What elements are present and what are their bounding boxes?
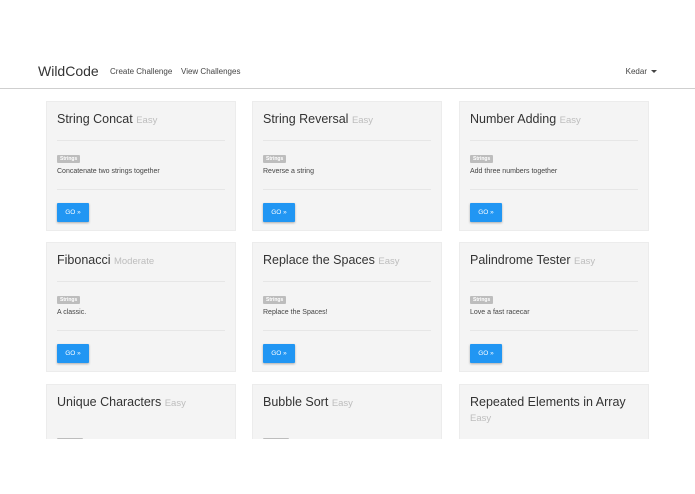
divider: [263, 189, 431, 190]
go-button[interactable]: GO »: [470, 344, 502, 363]
divider: [470, 140, 638, 141]
difficulty-label: Easy: [574, 256, 596, 267]
difficulty-label: Easy: [378, 256, 400, 267]
challenge-title: Fibonacci: [57, 253, 111, 267]
divider: [57, 281, 225, 282]
category-tag: Strings: [470, 155, 494, 163]
challenge-grid: String Concat Easy Strings Concatenate t…: [0, 89, 695, 439]
go-button[interactable]: GO »: [263, 203, 295, 222]
card-title: Fibonacci Moderate: [57, 253, 232, 269]
nav-create-challenge[interactable]: Create Challenge: [110, 67, 172, 76]
card-title: String Reversal Easy: [263, 112, 438, 128]
card-title: Repeated Elements in Array Easy: [470, 395, 645, 426]
challenge-title: Number Adding: [470, 112, 557, 126]
user-menu[interactable]: Kedar: [626, 67, 657, 76]
divider: [470, 330, 638, 331]
challenge-title: String Reversal: [263, 112, 349, 126]
divider: [470, 281, 638, 282]
divider: [263, 281, 431, 282]
card-title: String Concat Easy: [57, 112, 232, 128]
challenge-card: String Concat Easy Strings Concatenate t…: [46, 101, 236, 231]
card-title: Palindrome Tester Easy: [470, 253, 645, 269]
category-tag: Strings: [470, 296, 494, 304]
challenge-card: Palindrome Tester Easy Strings Love a fa…: [459, 242, 649, 372]
challenge-title: String Concat: [57, 112, 133, 126]
challenge-card: String Reversal Easy Strings Reverse a s…: [252, 101, 442, 231]
go-button[interactable]: GO »: [263, 344, 295, 363]
category-tag: Strings: [263, 155, 287, 163]
divider: [57, 140, 225, 141]
chevron-down-icon: [651, 70, 657, 74]
difficulty-label: Easy: [331, 398, 353, 409]
challenge-description: Replace the Spaces!: [263, 309, 328, 316]
card-title: Replace the Spaces Easy: [263, 253, 438, 269]
top-navbar: WildCode Create Challenge View Challenge…: [0, 54, 695, 89]
page-footer-area: [0, 439, 695, 494]
challenge-description: Reverse a string: [263, 168, 314, 175]
difficulty-label: Easy: [164, 398, 186, 409]
challenge-card: Replace the Spaces Easy Strings Replace …: [252, 242, 442, 372]
card-title: Unique Characters Easy: [57, 395, 232, 411]
category-tag: Strings: [263, 296, 287, 304]
difficulty-label: Easy: [470, 413, 492, 424]
challenge-description: Add three numbers together: [470, 168, 558, 175]
challenge-description: Love a fast racecar: [470, 309, 530, 316]
brand-logo[interactable]: WildCode: [38, 63, 99, 79]
challenge-card: Bubble Sort Easy: [252, 384, 442, 439]
challenge-title: Unique Characters: [57, 395, 162, 409]
go-button[interactable]: GO »: [57, 203, 89, 222]
difficulty-label: Easy: [559, 115, 581, 126]
challenge-card: Number Adding Easy Strings Add three num…: [459, 101, 649, 231]
user-name: Kedar: [625, 67, 647, 76]
divider: [57, 330, 225, 331]
divider: [57, 189, 225, 190]
go-button[interactable]: GO »: [470, 203, 502, 222]
category-tag: Strings: [57, 296, 81, 304]
nav-view-challenges[interactable]: View Challenges: [181, 67, 240, 76]
category-tag: Strings: [57, 155, 81, 163]
challenge-card: Fibonacci Moderate Strings A classic. GO…: [46, 242, 236, 372]
card-title: Number Adding Easy: [470, 112, 645, 128]
challenge-title: Replace the Spaces: [263, 253, 375, 267]
difficulty-label: Easy: [136, 115, 158, 126]
challenge-card: Repeated Elements in Array Easy: [459, 384, 649, 439]
card-title: Bubble Sort Easy: [263, 395, 438, 411]
go-button[interactable]: GO »: [57, 344, 89, 363]
challenge-description: A classic.: [57, 309, 87, 316]
divider: [470, 189, 638, 190]
challenge-title: Repeated Elements in Array: [470, 395, 626, 409]
challenge-title: Bubble Sort: [263, 395, 329, 409]
difficulty-label: Easy: [351, 115, 374, 126]
challenge-card: Unique Characters Easy: [46, 384, 236, 439]
challenge-title: Palindrome Tester: [470, 253, 571, 267]
divider: [263, 140, 431, 141]
difficulty-label: Moderate: [113, 256, 155, 267]
divider: [263, 330, 431, 331]
challenge-description: Concatenate two strings together: [57, 168, 160, 175]
